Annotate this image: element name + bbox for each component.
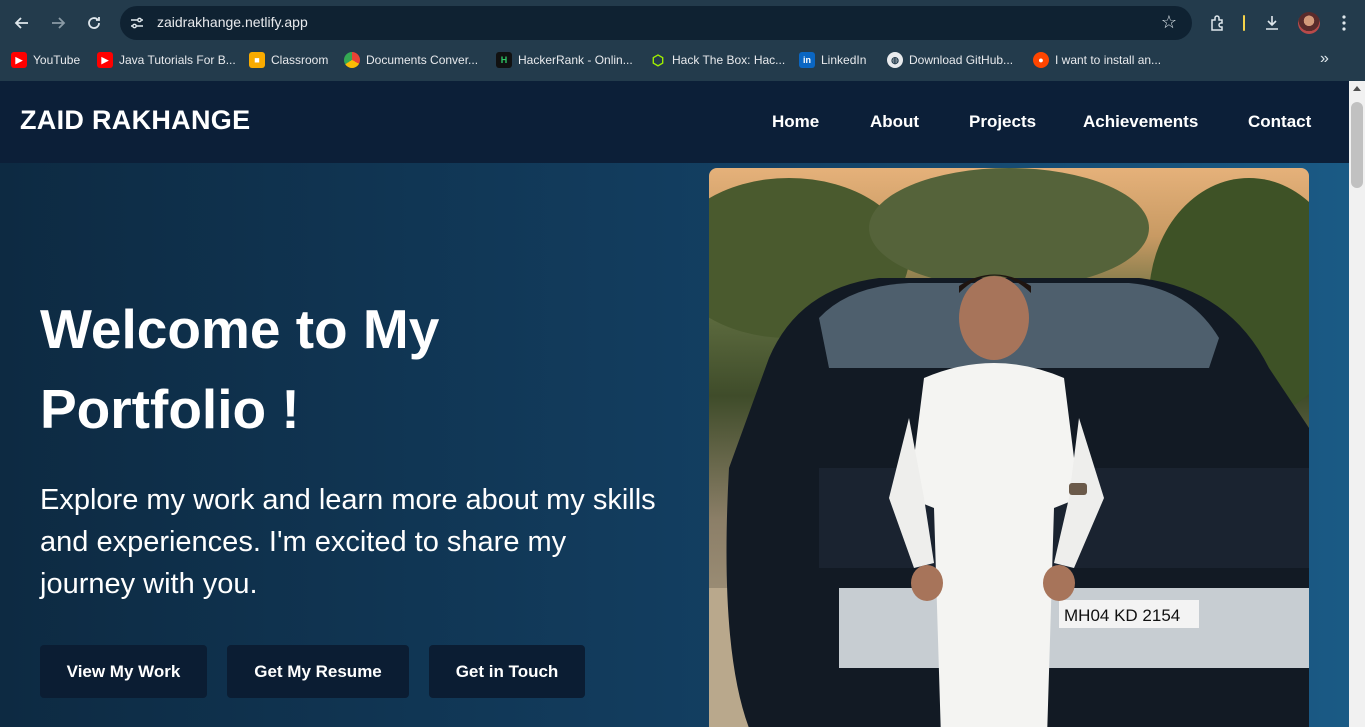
bookmark-label: Download GitHub... bbox=[909, 53, 1014, 67]
browser-toolbar: zaidrakhange.netlify.app ☆ bbox=[0, 0, 1365, 46]
bookmark-label: YouTube bbox=[33, 53, 81, 67]
hero-title: Welcome to My Portfolio ! bbox=[40, 298, 440, 440]
nav-about[interactable]: About bbox=[870, 112, 919, 132]
linkedin-icon: in bbox=[799, 52, 815, 68]
get-in-touch-button[interactable]: Get in Touch bbox=[429, 645, 585, 698]
bookmark-documents-converter[interactable]: Documents Conver... bbox=[344, 50, 478, 70]
toolbar-divider bbox=[1243, 15, 1245, 31]
profile-avatar[interactable] bbox=[1298, 12, 1320, 34]
bookmark-classroom[interactable]: ■ Classroom bbox=[249, 50, 328, 70]
bookmark-label: Hack The Box: Hac... bbox=[672, 53, 786, 67]
view-my-work-button[interactable]: View My Work bbox=[40, 645, 207, 698]
bookmark-download-github[interactable]: ◍ Download GitHub... bbox=[887, 50, 1013, 70]
reload-icon[interactable] bbox=[80, 9, 108, 37]
bookmark-label: I want to install an... bbox=[1055, 53, 1162, 67]
download-icon[interactable] bbox=[1260, 11, 1284, 35]
reddit-icon: ● bbox=[1033, 52, 1049, 68]
profile-photo: MH04 KD 2154 bbox=[709, 168, 1309, 727]
bookmark-label: HackerRank - Onlin... bbox=[518, 53, 633, 67]
nav-contact[interactable]: Contact bbox=[1248, 112, 1311, 132]
bookmark-label: LinkedIn bbox=[821, 53, 867, 67]
bookmarks-overflow-icon[interactable]: » bbox=[1320, 50, 1329, 68]
bookmark-label: Java Tutorials For B... bbox=[119, 53, 236, 67]
hero-subtitle: Explore my work and learn more about my … bbox=[40, 484, 656, 600]
bookmark-reddit[interactable]: ● I want to install an... bbox=[1033, 50, 1161, 70]
page-viewport: ZAID RAKHANGE Home About Projects Achiev… bbox=[0, 81, 1349, 727]
site-header: ZAID RAKHANGE Home About Projects Achiev… bbox=[0, 81, 1349, 163]
address-url[interactable]: zaidrakhange.netlify.app bbox=[157, 14, 308, 30]
chrome-icon bbox=[344, 52, 360, 68]
bookmark-hackthebox[interactable]: ⬡ Hack The Box: Hac... bbox=[650, 50, 785, 70]
site-settings-icon[interactable] bbox=[126, 12, 148, 34]
back-arrow-icon[interactable] bbox=[8, 9, 36, 37]
bookmark-label: Documents Conver... bbox=[366, 53, 479, 67]
bookmarks-bar: ▶ YouTube ▶ Java Tutorials For B... ■ Cl… bbox=[0, 46, 1365, 74]
bookmark-youtube[interactable]: ▶ YouTube bbox=[11, 50, 80, 70]
scroll-up-arrow-icon[interactable] bbox=[1353, 86, 1361, 91]
bookmark-linkedin[interactable]: in LinkedIn bbox=[799, 50, 866, 70]
nav-achievements[interactable]: Achievements bbox=[1083, 112, 1198, 132]
get-my-resume-button[interactable]: Get My Resume bbox=[227, 645, 409, 698]
extensions-icon[interactable] bbox=[1206, 11, 1230, 35]
nav-home[interactable]: Home bbox=[772, 112, 819, 132]
site-logo[interactable]: ZAID RAKHANGE bbox=[20, 105, 250, 136]
svg-text:MH04 KD 2154: MH04 KD 2154 bbox=[1064, 606, 1180, 625]
globe-icon: ◍ bbox=[887, 52, 903, 68]
bookmark-java-tutorials[interactable]: ▶ Java Tutorials For B... bbox=[97, 50, 236, 70]
bookmark-hackerrank[interactable]: H HackerRank - Onlin... bbox=[496, 50, 633, 70]
scrollbar-thumb[interactable] bbox=[1351, 102, 1363, 188]
forward-arrow-icon[interactable] bbox=[44, 9, 72, 37]
bookmark-label: Classroom bbox=[271, 53, 329, 67]
browser-chrome: zaidrakhange.netlify.app ☆ ▶ YouTube ▶ J… bbox=[0, 0, 1365, 81]
youtube-icon: ▶ bbox=[97, 52, 113, 68]
youtube-icon: ▶ bbox=[11, 52, 27, 68]
nav-projects[interactable]: Projects bbox=[969, 112, 1036, 132]
hackthebox-icon: ⬡ bbox=[651, 51, 665, 68]
menu-kebab-icon[interactable] bbox=[1332, 11, 1356, 35]
hackerrank-icon: H bbox=[496, 52, 512, 68]
bookmark-star-icon[interactable]: ☆ bbox=[1158, 11, 1180, 33]
classroom-icon: ■ bbox=[249, 52, 265, 68]
